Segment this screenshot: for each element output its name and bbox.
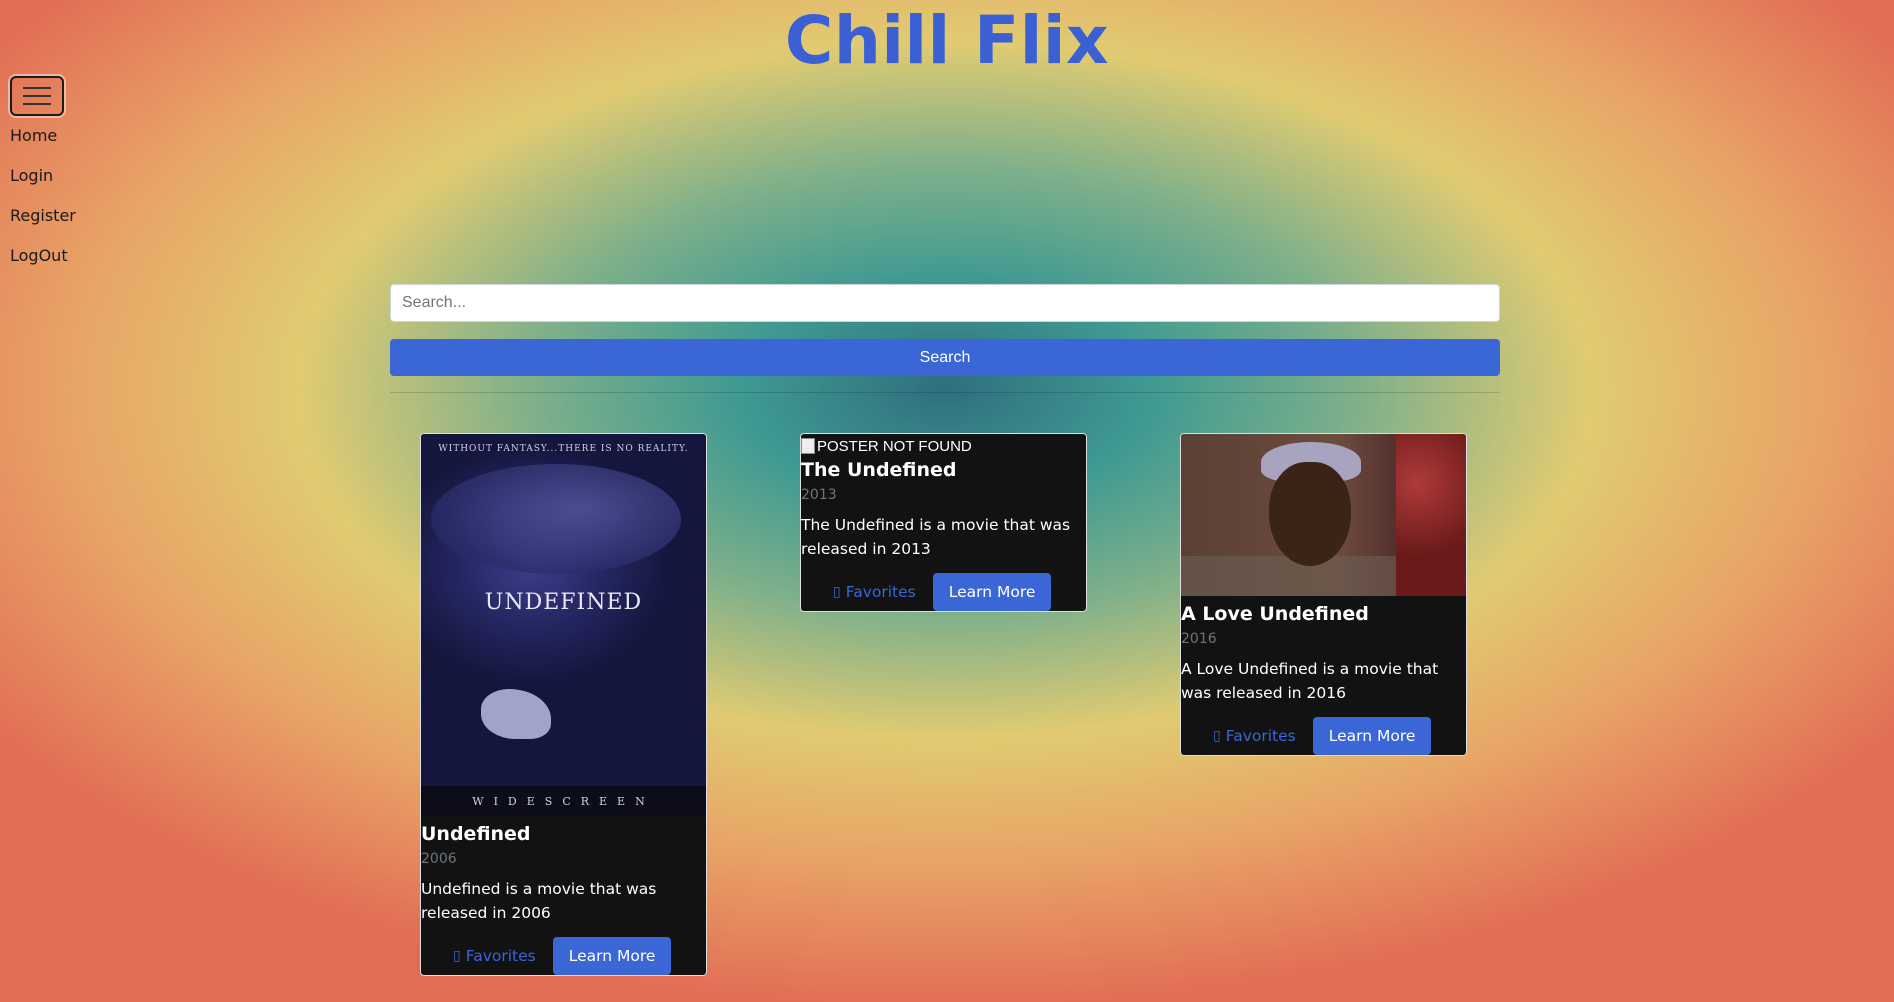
movie-year: 2006 [421,851,457,867]
movie-poster [1181,434,1466,596]
learn-more-button[interactable]: Learn More [1312,717,1432,755]
nav-link-logout[interactable]: LogOut [10,244,76,284]
learn-more-button[interactable]: Learn More [552,937,672,975]
movie-card: POSTER NOT FOUND The Undefined 2013 The … [800,433,1087,612]
movie-year: 2013 [801,487,837,503]
movie-poster: POSTER NOT FOUND [801,434,1086,458]
movie-description: Undefined is a movie that was released i… [421,880,657,922]
poster-name: UNDEFINED [484,590,643,615]
movie-year: 2016 [1181,631,1217,647]
nav-link-login[interactable]: Login [10,164,76,204]
movie-title: The Undefined [801,459,957,481]
movie-poster: WITHOUT FANTASY...THERE IS NO REALITY. U… [421,434,706,816]
movie-title: Undefined [421,823,531,845]
page-title: Chill Flix [784,2,1110,79]
card-actions: ▯ Favorites Learn More [1181,717,1466,755]
movie-description: The Undefined is a movie that was releas… [801,516,1071,558]
sidebar-nav: Home Login Register LogOut [10,124,76,284]
heart-icon: ▯ [1213,728,1221,744]
favorites-label: Favorites [845,583,916,601]
favorites-button[interactable]: ▯ Favorites [453,947,536,965]
poster-footer: WIDESCREEN [472,795,655,808]
movie-card: WITHOUT FANTASY...THERE IS NO REALITY. U… [420,433,707,976]
heart-icon: ▯ [453,948,461,964]
favorites-button[interactable]: ▯ Favorites [1213,727,1296,745]
hamburger-icon [23,81,51,111]
nav-link-home[interactable]: Home [10,124,76,164]
search-input[interactable] [390,284,1500,322]
favorites-label: Favorites [1225,727,1296,745]
card-actions: ▯ Favorites Learn More [421,937,706,975]
poster-alt-text: POSTER NOT FOUND [817,437,972,455]
movie-description: A Love Undefined is a movie that was rel… [1181,660,1439,702]
movie-card: A Love Undefined 2016 A Love Undefined i… [1180,433,1467,756]
menu-toggle-button[interactable] [10,76,64,116]
heart-icon: ▯ [833,584,841,600]
nav-link-register[interactable]: Register [10,204,76,244]
favorites-label: Favorites [465,947,536,965]
poster-tagline: WITHOUT FANTASY...THERE IS NO REALITY. [438,444,689,454]
broken-image-icon [801,438,815,454]
learn-more-button[interactable]: Learn More [932,573,1052,611]
card-actions: ▯ Favorites Learn More [801,573,1086,611]
divider [390,392,1500,393]
search-button[interactable]: Search [390,339,1500,376]
movie-title: A Love Undefined [1181,603,1369,625]
favorites-button[interactable]: ▯ Favorites [833,583,916,601]
